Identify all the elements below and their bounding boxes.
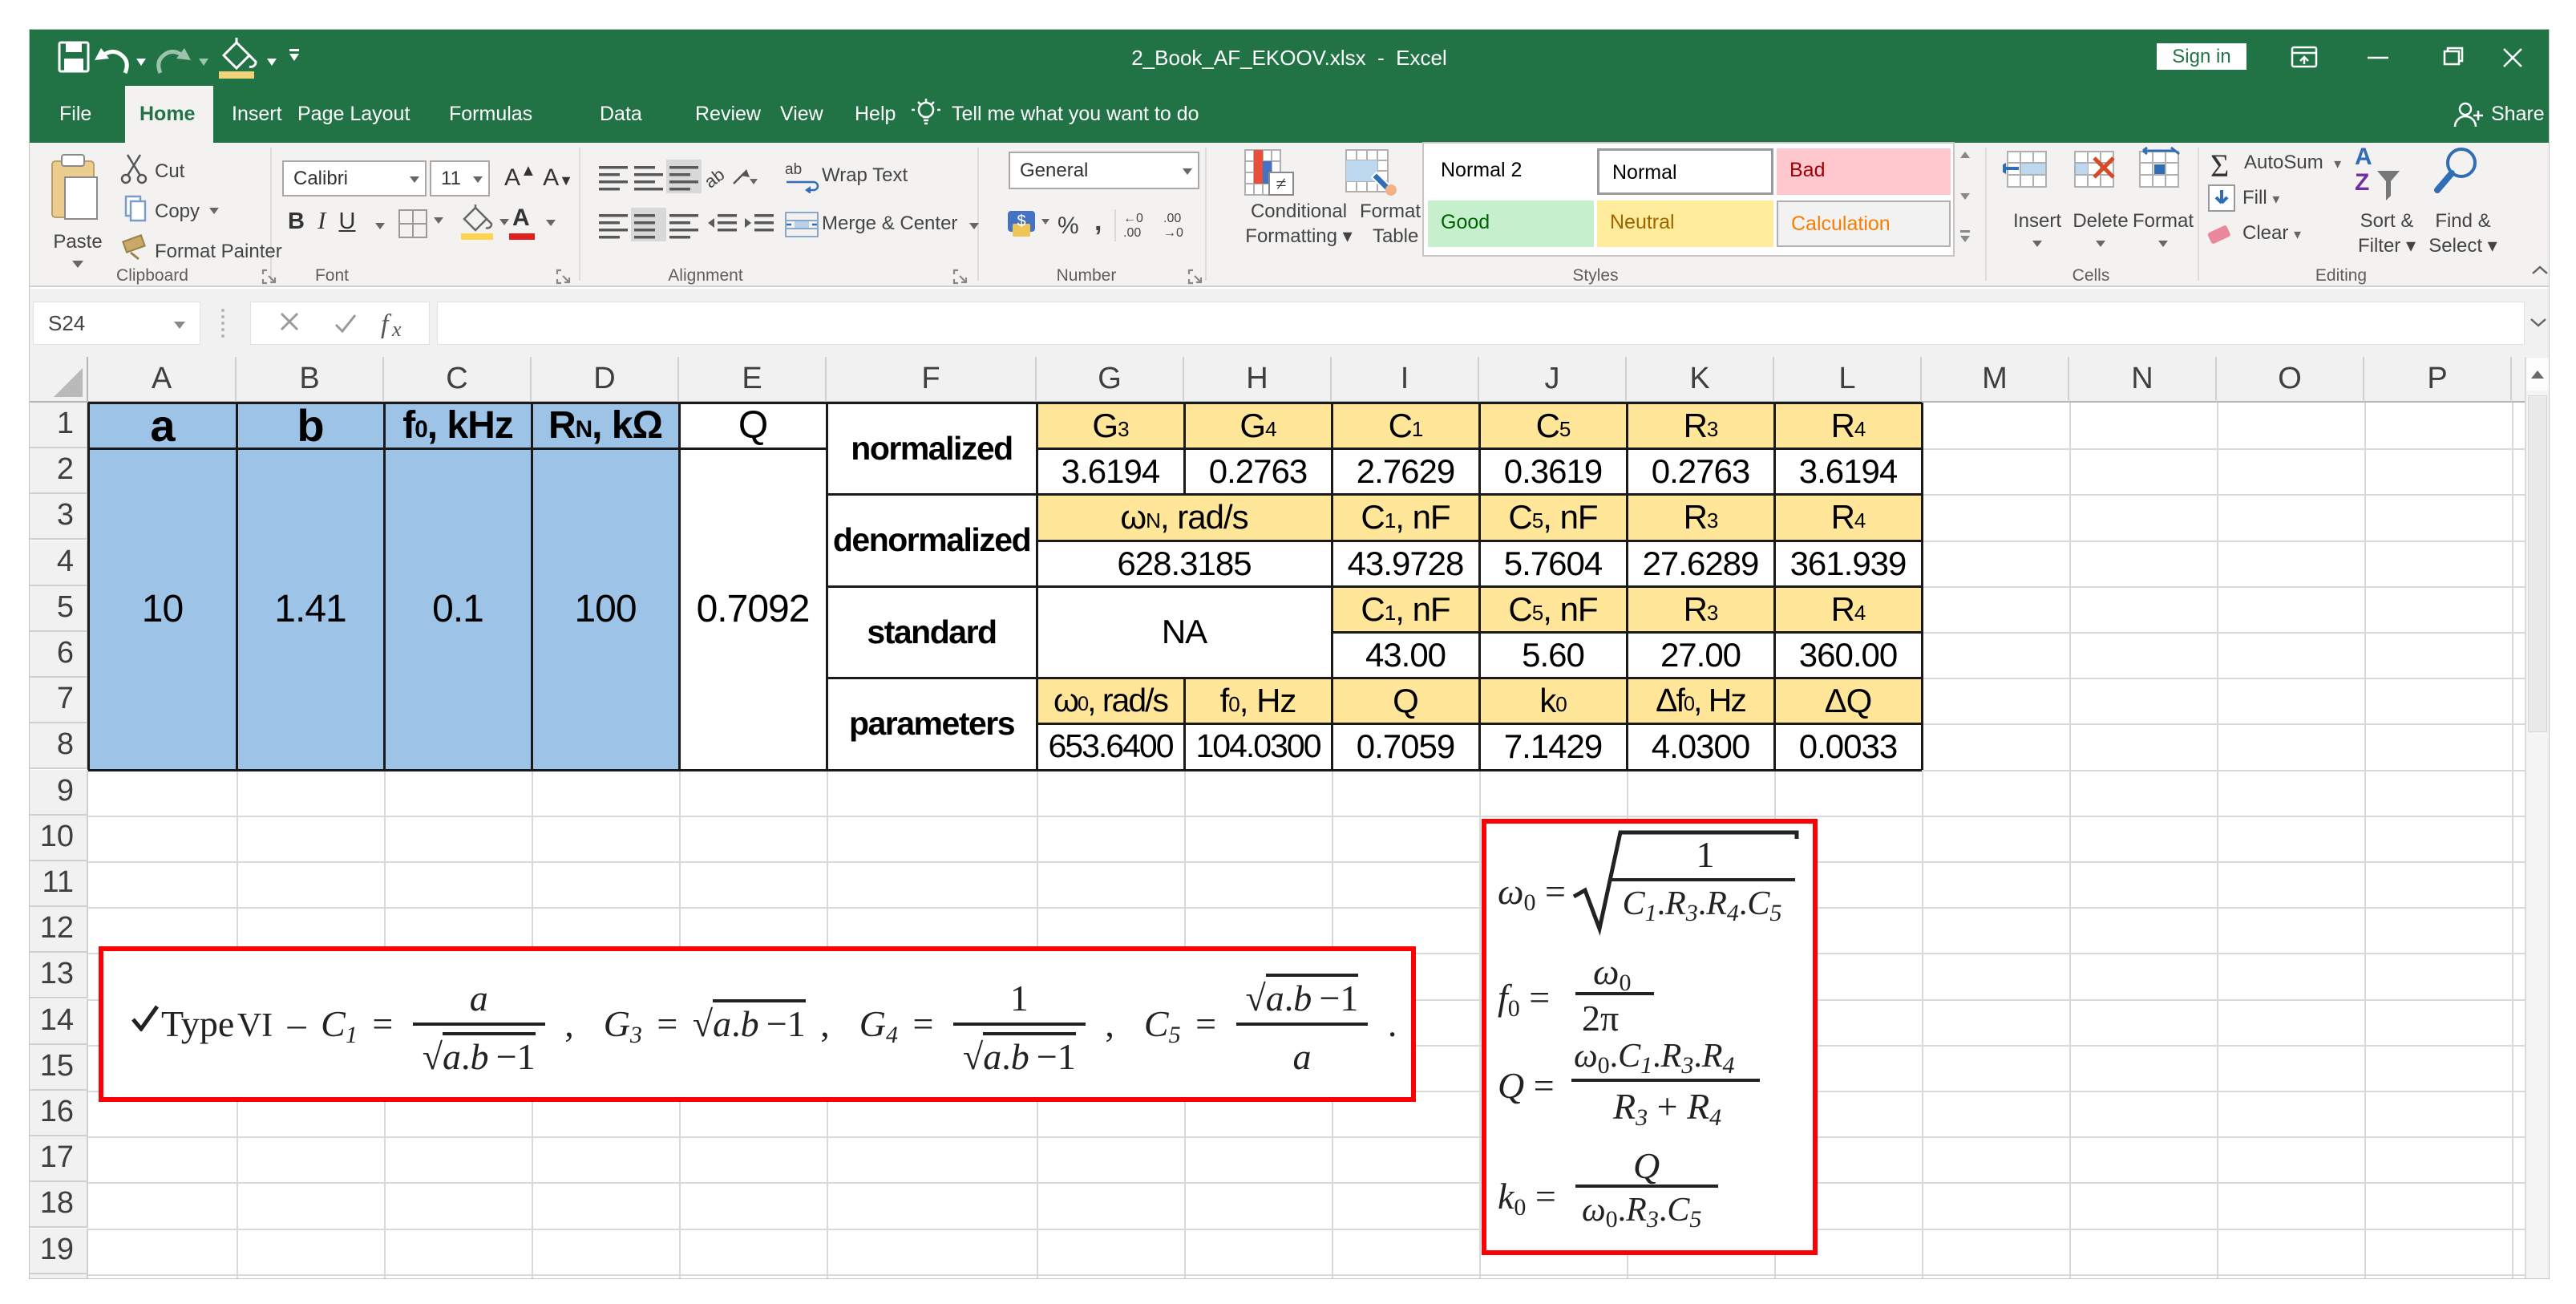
svg-text:$: $ [1017, 213, 1025, 230]
svg-text:Format Painter: Format Painter [155, 241, 282, 262]
svg-text:→0: →0 [1163, 226, 1183, 240]
svg-text:ab: ab [785, 161, 802, 178]
svg-text:f: f [381, 310, 392, 339]
svg-text:,: , [1094, 208, 1102, 237]
svg-text:%: % [1057, 213, 1079, 239]
svg-text:.00: .00 [1123, 226, 1141, 240]
svg-text:Copy: Copy [155, 200, 200, 222]
svg-text:←0: ←0 [1123, 212, 1143, 225]
svg-text:Cut: Cut [155, 160, 185, 182]
svg-text:Paste: Paste [53, 231, 102, 253]
svg-text:.00: .00 [1163, 212, 1181, 225]
svg-text:x: x [391, 318, 402, 339]
svg-text:Z: Z [2355, 169, 2369, 196]
svg-text:≠: ≠ [1276, 174, 1286, 195]
svg-text:A: A [2355, 145, 2372, 170]
svg-text:ab: ab [706, 164, 728, 192]
